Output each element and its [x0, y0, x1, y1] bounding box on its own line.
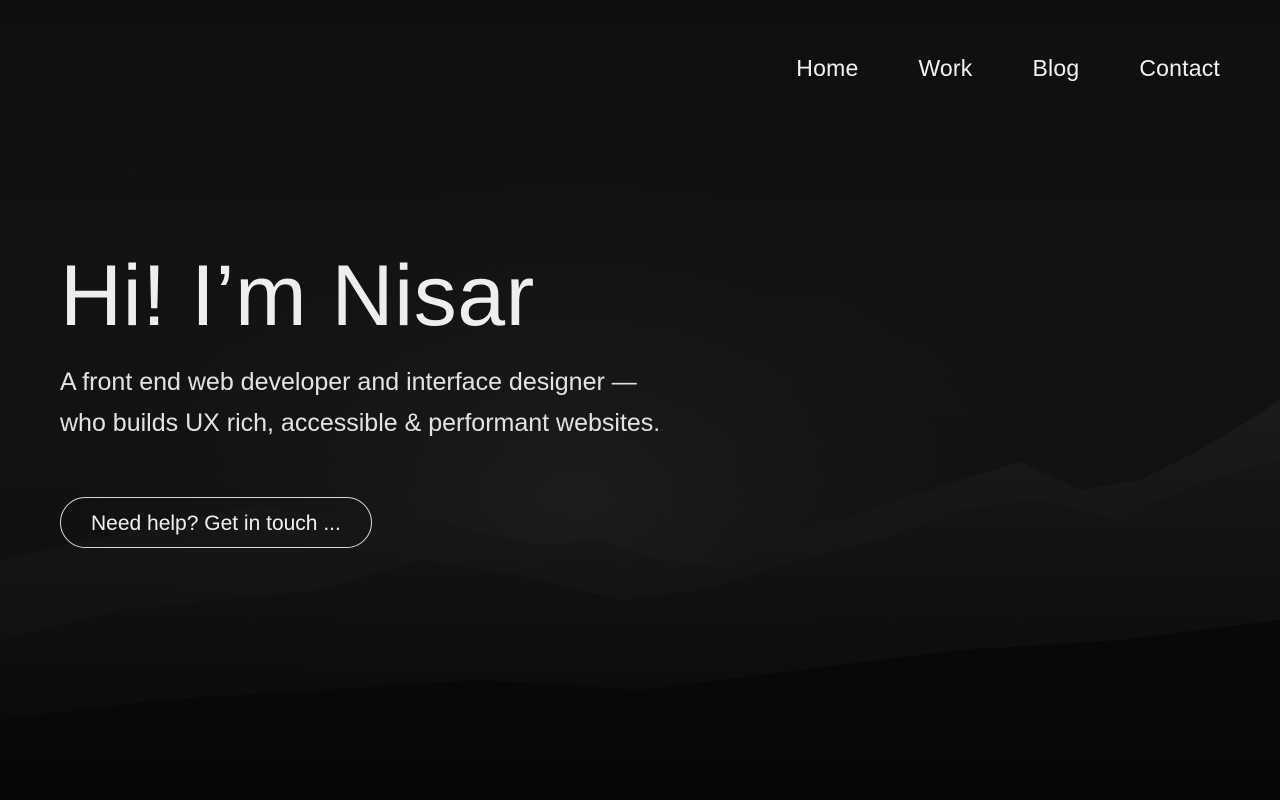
nav-item-home[interactable]: Home: [796, 48, 858, 88]
hero-page: Home Work Blog Contact Hi! I’m Nisar A f…: [0, 0, 1280, 800]
hero-title: Hi! I’m Nisar: [60, 248, 535, 344]
hero-subtitle-line-1: A front end web developer and interface …: [60, 368, 637, 396]
hero-subtitle-line-2: who builds UX rich, accessible & perform…: [60, 409, 661, 437]
nav-item-work[interactable]: Work: [918, 48, 972, 88]
hero-section: Hi! I’m Nisar A front end web developer …: [60, 246, 760, 444]
main-navigation: Home Work Blog Contact: [796, 48, 1220, 88]
nav-item-blog[interactable]: Blog: [1032, 48, 1079, 88]
nav-item-contact[interactable]: Contact: [1139, 48, 1220, 88]
hero-subtitle: A front end web developer and interface …: [60, 362, 680, 444]
get-in-touch-button[interactable]: Need help? Get in touch ...: [60, 497, 372, 548]
